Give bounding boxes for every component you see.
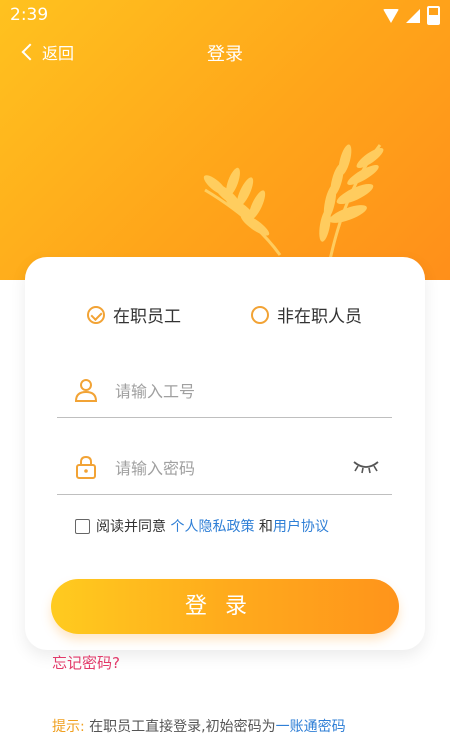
forgot-password-link[interactable]: 忘记密码? xyxy=(52,652,120,673)
signal-icon xyxy=(406,8,420,23)
tip-label: 提示: xyxy=(52,719,85,735)
page-title: 登录 xyxy=(207,44,243,65)
agreement-connector: 和 xyxy=(258,519,273,535)
status-icons xyxy=(383,6,440,25)
sso-password-link[interactable]: 一账通密码 xyxy=(276,719,346,735)
radio-checked-icon xyxy=(87,305,105,324)
lock-icon xyxy=(76,455,96,479)
status-bar: 2:39 xyxy=(0,0,450,32)
password-field xyxy=(57,444,392,495)
role-option-non-employee-label: 非在职人员 xyxy=(277,307,362,327)
wifi-icon xyxy=(383,8,399,23)
employee-id-field xyxy=(57,367,392,418)
role-selector: 在职员工 非在职人员 xyxy=(25,302,425,332)
battery-icon xyxy=(427,6,440,25)
status-time: 2:39 xyxy=(10,5,49,25)
user-agreement-link[interactable]: 用户协议 xyxy=(273,516,329,536)
top-nav: 返回 登录 xyxy=(0,40,450,70)
employee-id-input[interactable] xyxy=(113,377,347,405)
role-option-employee[interactable]: 在职员工 xyxy=(87,302,181,327)
role-option-non-employee[interactable]: 非在职人员 xyxy=(251,302,362,327)
eye-closed-icon[interactable] xyxy=(352,458,380,476)
radio-unchecked-icon xyxy=(251,305,269,324)
role-option-employee-label: 在职员工 xyxy=(113,307,181,327)
privacy-policy-link[interactable]: 个人隐私政策 xyxy=(170,516,254,536)
agreement-row: 阅读并同意 个人隐私政策 和 用户协议 xyxy=(75,516,329,536)
login-tip: 提示: 在职员工直接登录,初始密码为一账通密码 xyxy=(52,716,422,738)
agreement-prefix: 阅读并同意 xyxy=(96,519,166,535)
tip-text: 在职员工直接登录,初始密码为 xyxy=(89,719,276,735)
login-button[interactable]: 登录 xyxy=(51,579,399,634)
wheat-decoration-icon xyxy=(203,144,384,261)
user-icon xyxy=(74,379,98,402)
password-input[interactable] xyxy=(113,454,347,482)
agreement-checkbox[interactable] xyxy=(75,518,90,534)
